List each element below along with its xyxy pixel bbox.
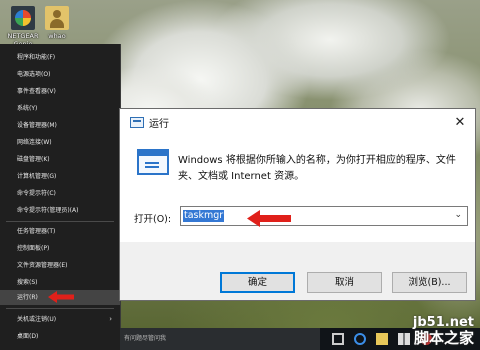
user-folder-icon: [45, 6, 69, 30]
annotation-arrow-input: [247, 210, 291, 227]
watermark-brand: 脚本之家: [413, 329, 474, 347]
run-app-icon: [130, 117, 144, 128]
run-dialog-titlebar[interactable]: 运行 ✕: [120, 109, 475, 137]
menu-item-disk-management[interactable]: 磁盘管理(K): [0, 152, 120, 167]
store-icon[interactable]: [398, 333, 410, 345]
close-icon: ✕: [454, 115, 466, 130]
desktop-icon-label: whao: [48, 32, 66, 40]
winx-quick-link-menu: 程序和功能(F) 电源选项(O) 事件查看器(V) 系统(Y) 设备管理器(M)…: [0, 44, 121, 350]
run-dialog: 运行 ✕ Windows 将根据你所输入的名称，为你打开相应的程序、文件夹、文档…: [119, 108, 476, 301]
menu-item-computer-management[interactable]: 计算机管理(G): [0, 169, 120, 184]
run-command-value[interactable]: taskmgr: [183, 210, 225, 222]
menu-item-desktop[interactable]: 桌面(D): [0, 329, 120, 344]
file-explorer-icon[interactable]: [376, 333, 388, 345]
dialog-title: 运行: [149, 119, 169, 130]
menu-item-command-prompt-admin[interactable]: 命令提示符(管理员)(A): [0, 203, 120, 218]
watermark: jb51.net 脚本之家: [412, 315, 474, 347]
cancel-button[interactable]: 取消: [307, 272, 382, 293]
browse-button[interactable]: 浏览(B)...: [392, 272, 467, 293]
menu-item-system[interactable]: 系统(Y): [0, 101, 120, 116]
desktop-icon-whao[interactable]: whao: [38, 6, 76, 40]
menu-item-search[interactable]: 搜索(S): [0, 275, 120, 290]
chevron-down-icon[interactable]: ⌄: [454, 210, 462, 220]
task-view-icon[interactable]: [332, 333, 344, 345]
menu-item-command-prompt[interactable]: 命令提示符(C): [0, 186, 120, 201]
annotation-arrow-run-item: [48, 291, 74, 303]
menu-separator: [6, 308, 114, 309]
menu-item-control-panel[interactable]: 控制面板(P): [0, 241, 120, 256]
run-window-icon: [137, 149, 169, 175]
menu-separator: [6, 221, 114, 222]
menu-item-device-manager[interactable]: 设备管理器(M): [0, 118, 120, 133]
close-button[interactable]: ✕: [445, 109, 475, 137]
netgear-genie-icon: [11, 6, 35, 30]
taskbar-search-box[interactable]: 有问题尽管问我: [120, 328, 320, 350]
menu-item-network-connections[interactable]: 网络连接(W): [0, 135, 120, 150]
menu-item-event-viewer[interactable]: 事件查看器(V): [0, 84, 120, 99]
menu-item-power-options[interactable]: 电源选项(O): [0, 67, 120, 82]
run-command-input[interactable]: taskmgr ⌄: [180, 206, 468, 226]
menu-item-programs-features[interactable]: 程序和功能(F): [0, 50, 120, 65]
dialog-description: Windows 将根据你所输入的名称，为你打开相应的程序、文件夹、文档或 Int…: [178, 155, 456, 182]
chevron-right-icon: ›: [109, 315, 112, 323]
desktop-icon-netgear-genie[interactable]: NETGEAR Genie: [4, 6, 42, 48]
open-label: 打开(O):: [134, 214, 172, 225]
ok-button[interactable]: 确定: [220, 272, 295, 293]
menu-item-shutdown-signout[interactable]: 关机或注销(U) ›: [0, 312, 120, 327]
menu-item-file-explorer[interactable]: 文件资源管理器(E): [0, 258, 120, 273]
menu-item-task-manager[interactable]: 任务管理器(T): [0, 224, 120, 239]
watermark-site: jb51.net: [412, 315, 474, 330]
edge-browser-icon[interactable]: [354, 333, 366, 345]
